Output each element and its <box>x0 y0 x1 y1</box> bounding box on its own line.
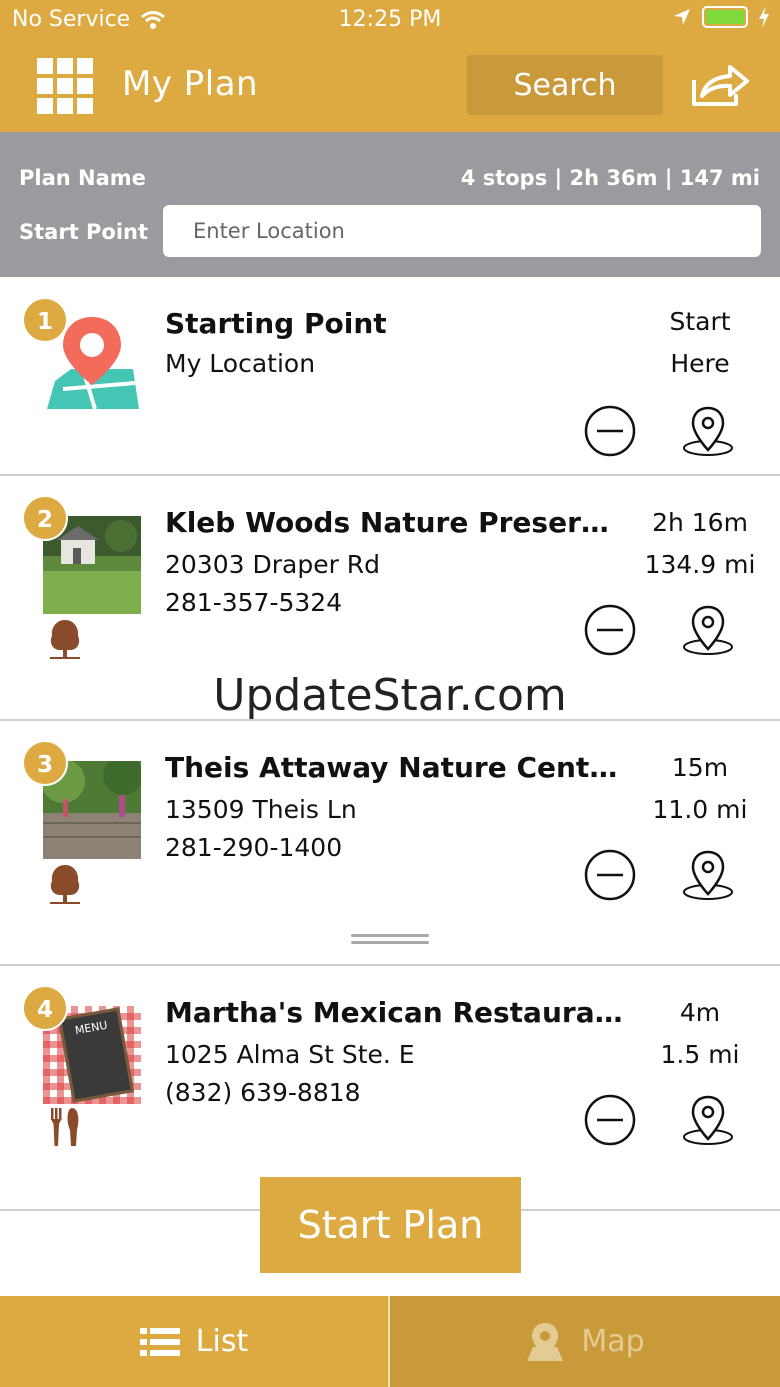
map-icon <box>527 1322 564 1361</box>
stop-meta-1: Start <box>669 307 731 336</box>
status-right <box>672 6 770 28</box>
remove-stop-button[interactable] <box>583 404 637 458</box>
map-pin-icon[interactable] <box>681 404 735 458</box>
drag-handle[interactable] <box>351 934 429 948</box>
stop-item-1[interactable]: 1 Starting Point My Location Start Here <box>0 277 780 474</box>
stop-address: 20303 Draper Rd <box>165 550 381 579</box>
battery-icon <box>702 6 748 28</box>
stop-distance: 11.0 mi <box>652 795 748 824</box>
apps-grid-icon[interactable] <box>37 58 93 114</box>
menu-sign-text: MENU <box>73 1018 109 1038</box>
start-location-input[interactable] <box>163 205 761 257</box>
location-arrow-icon <box>674 9 690 25</box>
nav-bar: My Plan Search <box>0 40 780 132</box>
map-pin-icon[interactable] <box>681 1093 735 1147</box>
tab-map[interactable]: Map <box>390 1296 780 1387</box>
plan-info-bar: Plan Name 4 stops | 2h 36m | 147 mi Star… <box>0 132 780 277</box>
watermark: UpdateStar.com <box>213 670 567 721</box>
stop-address: 1025 Alma St Ste. E <box>165 1040 415 1069</box>
map-pin-icon[interactable] <box>681 848 735 902</box>
stop-number-badge: 3 <box>22 740 68 786</box>
start-point-label: Start Point <box>19 220 149 244</box>
stop-duration: 4m <box>679 998 721 1027</box>
stop-distance: 1.5 mi <box>660 1040 740 1069</box>
stop-address: My Location <box>165 349 316 378</box>
tab-map-label: Map <box>581 1324 645 1359</box>
plan-name-label[interactable]: Plan Name <box>19 166 146 190</box>
page-title: My Plan <box>122 64 259 104</box>
tree-icon <box>50 620 80 659</box>
stop-number-badge: 2 <box>22 495 68 541</box>
stop-item-4[interactable]: 4 MENU Martha's Mexican Restaurant... 10… <box>0 966 780 1209</box>
share-icon[interactable] <box>690 62 750 108</box>
tab-bar: List Map <box>0 1296 780 1387</box>
stop-name: Kleb Woods Nature Preserve... <box>165 506 620 539</box>
stop-distance: 134.9 mi <box>644 550 756 579</box>
map-pin-icon[interactable] <box>681 603 735 657</box>
stop-name: Starting Point <box>165 307 387 340</box>
tab-list[interactable]: List <box>0 1296 390 1387</box>
plan-stats: 4 stops | 2h 36m | 147 mi <box>460 166 760 190</box>
stop-address: 13509 Theis Ln <box>165 795 357 824</box>
stop-number-badge: 1 <box>22 297 68 343</box>
list-icon <box>139 1327 180 1356</box>
start-plan-button[interactable]: Start Plan <box>260 1177 521 1273</box>
stop-name: Theis Attaway Nature Center <box>165 751 620 784</box>
status-bar: No Service 12:25 PM <box>0 0 780 40</box>
tree-icon <box>50 865 80 904</box>
stop-phone[interactable]: (832) 639-8818 <box>165 1078 361 1107</box>
stop-phone[interactable]: 281-290-1400 <box>165 833 342 862</box>
stop-duration: 2h 16m <box>652 508 748 537</box>
remove-stop-button[interactable] <box>583 848 637 902</box>
stop-item-3[interactable]: 3 Theis Attaway Nature Center 13509 Thei… <box>0 721 780 964</box>
stop-phone[interactable]: 281-357-5324 <box>165 588 342 617</box>
remove-stop-button[interactable] <box>583 603 637 657</box>
stop-meta-2: Here <box>670 349 730 378</box>
stop-duration: 15m <box>671 753 729 782</box>
status-time: 12:25 PM <box>338 7 442 32</box>
restaurant-icon <box>51 1108 79 1146</box>
stop-name: Martha's Mexican Restaurant... <box>165 996 633 1029</box>
tab-list-label: List <box>195 1324 249 1359</box>
stop-number-badge: 4 <box>22 985 68 1031</box>
search-button[interactable]: Search <box>467 55 663 115</box>
charging-icon <box>759 6 769 28</box>
remove-stop-button[interactable] <box>583 1093 637 1147</box>
